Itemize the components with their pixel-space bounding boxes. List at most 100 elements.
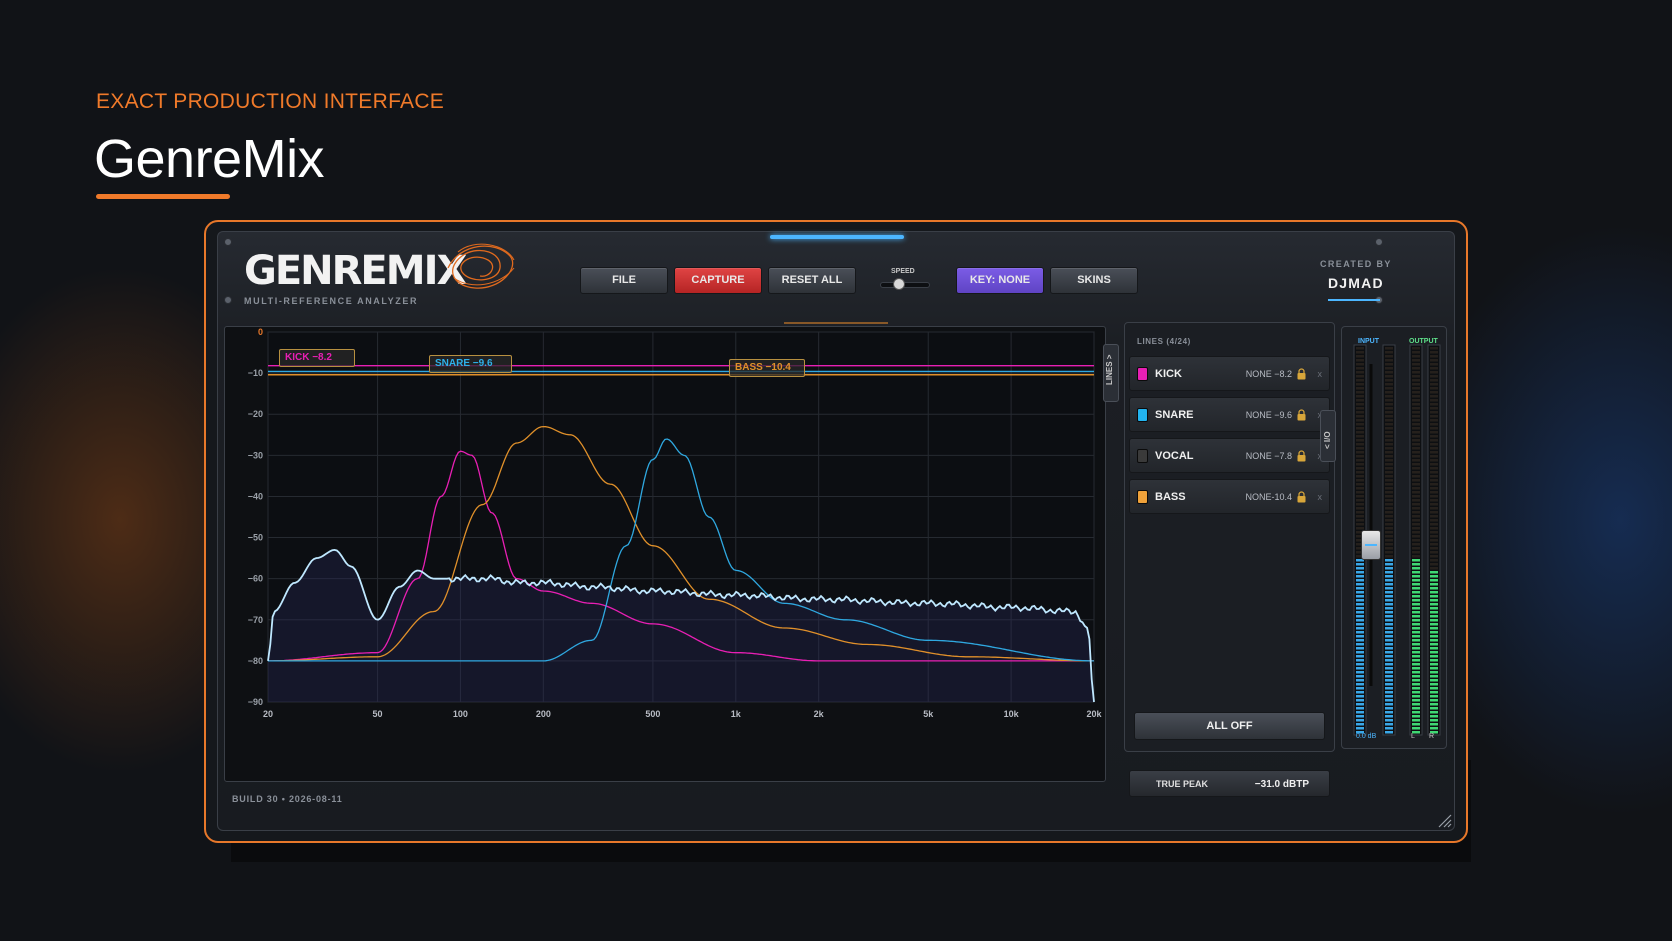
meter-segment (1356, 447, 1364, 450)
meter-segment (1412, 571, 1420, 574)
meter-segment (1412, 467, 1420, 470)
file-button[interactable]: FILE (580, 267, 668, 294)
meter-segment (1356, 347, 1364, 350)
meter-segment (1412, 399, 1420, 402)
key-button[interactable]: KEY: NONE (956, 267, 1044, 294)
meter-segment (1385, 567, 1393, 570)
y-tick-label: −10 (248, 368, 263, 378)
meter-segment (1430, 539, 1438, 542)
meter-segment (1412, 383, 1420, 386)
meter-segment (1385, 507, 1393, 510)
meter-segment (1385, 551, 1393, 554)
meter-segment (1356, 471, 1364, 474)
meter-segment (1385, 707, 1393, 710)
meter-segment (1385, 511, 1393, 514)
meter-segment (1430, 439, 1438, 442)
meter-segment (1385, 719, 1393, 722)
all-off-button[interactable]: ALL OFF (1134, 712, 1325, 740)
meter-segment (1356, 563, 1364, 566)
meter-segment (1412, 523, 1420, 526)
meter-segment (1412, 435, 1420, 438)
meter-segment (1412, 583, 1420, 586)
meter-segment (1430, 623, 1438, 626)
meter-segment (1430, 603, 1438, 606)
input-gain-fader[interactable] (1361, 530, 1381, 560)
screw-icon (1375, 238, 1383, 246)
meter-segment (1430, 555, 1438, 558)
top-drag-handle[interactable] (770, 235, 904, 239)
lock-icon[interactable] (1297, 450, 1306, 462)
meter-segment (1430, 699, 1438, 702)
lock-icon[interactable] (1297, 368, 1306, 380)
meter-segment (1356, 643, 1364, 646)
meter-segment (1356, 459, 1364, 462)
meter-segment (1430, 563, 1438, 566)
speed-slider-track[interactable] (880, 282, 930, 288)
meter-segment (1412, 591, 1420, 594)
meter-segment (1430, 639, 1438, 642)
meter-segment (1356, 671, 1364, 674)
meter-segment (1356, 407, 1364, 410)
line-color-swatch[interactable] (1137, 408, 1148, 422)
meter-segment (1385, 487, 1393, 490)
line-row-bass[interactable]: BASS NONE-10.4 x (1129, 479, 1330, 514)
meter-segment (1385, 727, 1393, 730)
line-row-kick[interactable]: KICK NONE −8.2 x (1129, 356, 1330, 391)
meter-segment (1385, 359, 1393, 362)
meter-segment (1385, 483, 1393, 486)
meter-segment (1412, 555, 1420, 558)
bass-line-tag[interactable]: BASS −10.4 (729, 359, 805, 377)
snare-line-tag[interactable]: SNARE −9.6 (429, 355, 512, 373)
meter-segment (1430, 383, 1438, 386)
meter-segment (1385, 371, 1393, 374)
lock-icon[interactable] (1297, 409, 1306, 421)
meter-segment (1412, 603, 1420, 606)
line-color-swatch[interactable] (1137, 449, 1148, 463)
meter-segment (1430, 691, 1438, 694)
kick-line-tag[interactable]: KICK −8.2 (279, 349, 355, 367)
meter-segment (1412, 355, 1420, 358)
lines-toggle-tab[interactable]: LINES > (1103, 344, 1119, 402)
meter-segment (1430, 387, 1438, 390)
meter-segment (1430, 471, 1438, 474)
meter-segment (1430, 379, 1438, 382)
meter-segment (1385, 403, 1393, 406)
x-tick-label: 500 (645, 709, 660, 719)
meter-segment (1430, 631, 1438, 634)
line-color-swatch[interactable] (1137, 490, 1148, 504)
meter-segment (1385, 639, 1393, 642)
line-color-swatch[interactable] (1137, 367, 1148, 381)
meter-segment (1430, 611, 1438, 614)
meter-segment (1385, 443, 1393, 446)
meter-segment (1412, 667, 1420, 670)
io-toggle-tab[interactable]: < I/O (1320, 410, 1336, 462)
output-right-label: R (1429, 733, 1435, 740)
meter-segment (1412, 391, 1420, 394)
reset-all-button[interactable]: RESET ALL (768, 267, 856, 294)
speed-slider-knob[interactable] (893, 278, 905, 290)
meter-segment (1412, 543, 1420, 546)
meter-segment (1356, 415, 1364, 418)
meter-segment (1412, 611, 1420, 614)
meter-segment (1412, 683, 1420, 686)
meter-segment (1356, 399, 1364, 402)
meter-segment (1430, 423, 1438, 426)
lock-icon[interactable] (1297, 491, 1306, 503)
remove-line-button[interactable]: x (1318, 369, 1323, 379)
line-row-vocal[interactable]: VOCAL NONE −7.8 x (1129, 438, 1330, 473)
meter-segment (1412, 395, 1420, 398)
meter-segment (1356, 359, 1364, 362)
x-tick-label: 50 (373, 709, 383, 719)
meter-segment (1356, 599, 1364, 602)
spectrum-graph[interactable]: 0 −10 −20 −30 −40 −50 −60 −70 −80 −9020 50 100 200 50… (224, 326, 1106, 782)
true-peak-readout[interactable]: TRUE PEAK −31.0 dBTP (1129, 770, 1330, 797)
remove-line-button[interactable]: x (1318, 492, 1323, 502)
line-name: VOCAL (1155, 450, 1194, 462)
meter-segment (1385, 395, 1393, 398)
meter-segment (1356, 371, 1364, 374)
skins-button[interactable]: SKINS (1050, 267, 1138, 294)
line-row-snare[interactable]: SNARE NONE −9.6 x (1129, 397, 1330, 432)
resize-grip-icon[interactable] (1436, 812, 1452, 828)
capture-button[interactable]: CAPTURE (674, 267, 762, 294)
meter-segment (1412, 475, 1420, 478)
